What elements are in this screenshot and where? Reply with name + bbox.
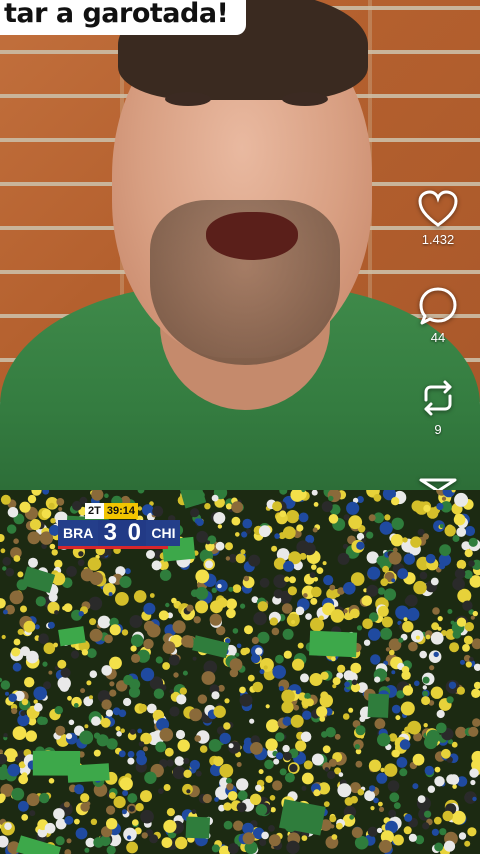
score-accent-line — [58, 546, 168, 549]
repost-icon — [424, 380, 452, 416]
away-score: 0 — [122, 520, 147, 546]
like-button[interactable]: 1.432 — [396, 190, 480, 247]
home-score: 3 — [98, 520, 123, 546]
left-eye — [165, 92, 211, 106]
comment-count: 44 — [430, 330, 446, 345]
away-team: CHI — [151, 525, 176, 541]
comment-button[interactable]: 44 — [396, 286, 480, 345]
repost-button[interactable]: 9 — [396, 378, 480, 437]
home-team: BRA — [63, 525, 94, 541]
score-row: BRA 3 0 CHI — [58, 520, 181, 546]
match-half: 2T — [85, 503, 104, 519]
heart-icon — [418, 190, 458, 227]
mouth — [206, 212, 298, 260]
repost-count: 9 — [434, 422, 442, 437]
right-eye — [282, 92, 328, 106]
comment-bubble-icon — [419, 287, 457, 325]
match-time: 39:14 — [103, 503, 138, 519]
like-count: 1.432 — [421, 232, 455, 247]
match-clock: 2T 39:14 — [85, 503, 138, 519]
video-caption: tar a garotada! — [0, 0, 247, 35]
